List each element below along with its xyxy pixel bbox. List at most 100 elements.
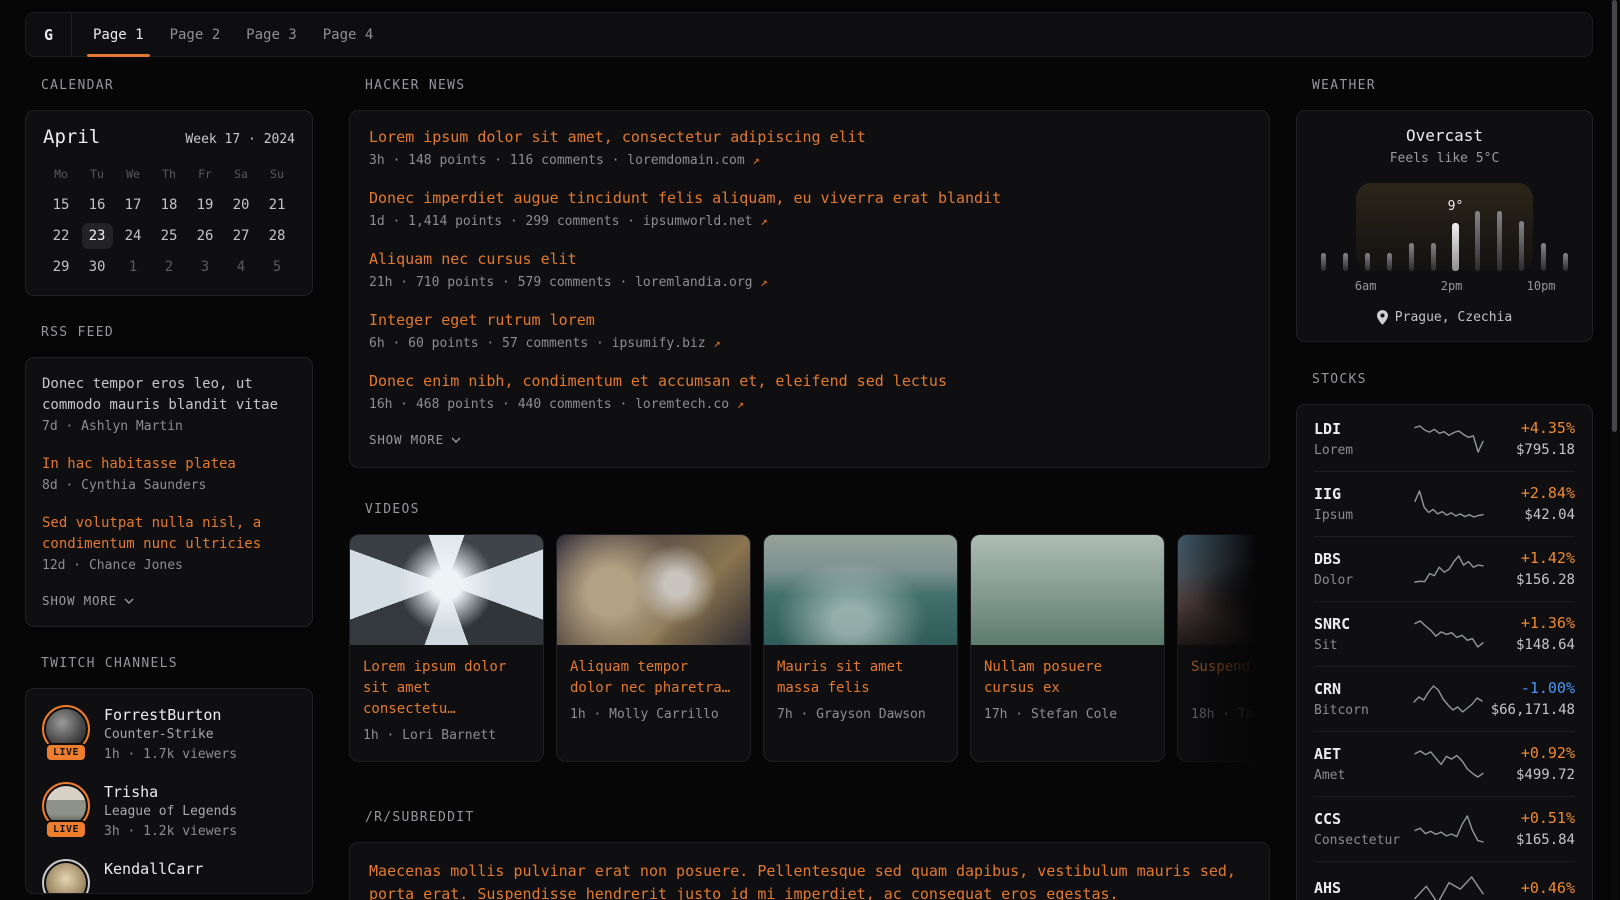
video-card[interactable]: Aliquam tempor dolor nec pharetra… 1h · … [556, 534, 751, 762]
weather-bar-slot [1356, 183, 1378, 271]
rss-item-meta: 12d · Chance Jones [42, 556, 296, 576]
chevron-down-icon [451, 437, 461, 443]
calendar-day[interactable]: 15 [43, 189, 79, 220]
video-card[interactable]: Lorem ipsum dolor sit amet consectetu… 1… [349, 534, 544, 762]
calendar-day-name: We [115, 163, 151, 189]
calendar-day-selected[interactable]: 23 [79, 220, 115, 251]
calendar-day[interactable]: 19 [187, 189, 223, 220]
video-title[interactable]: Suspendisse diam [1191, 657, 1270, 699]
stock-change: +4.35% [1516, 419, 1575, 438]
video-card[interactable]: Suspendisse diam 18h · Tara [1177, 534, 1270, 762]
calendar-day[interactable]: 21 [259, 189, 295, 220]
rss-item-title[interactable]: Donec tempor eros leo, ut commodo mauris… [42, 374, 296, 416]
twitch-channel[interactable]: LIVE ForrestBurton Counter-Strike 1h · 1… [42, 705, 296, 765]
calendar-day[interactable]: 30 [79, 251, 115, 282]
page-scrollbar[interactable] [1611, 0, 1618, 900]
calendar-day[interactable]: 28 [259, 220, 295, 251]
stock-price: $148.64 [1516, 636, 1575, 654]
calendar-day[interactable]: 16 [79, 189, 115, 220]
stock-row[interactable]: AHS +0.46% [1314, 861, 1575, 900]
stock-row[interactable]: SNRC Sit +1.36% $148.64 [1314, 601, 1575, 666]
video-card[interactable]: Mauris sit amet massa felis 7h · Grayson… [763, 534, 958, 762]
calendar-day[interactable]: 27 [223, 220, 259, 251]
video-title[interactable]: Aliquam tempor dolor nec pharetra… [570, 657, 737, 699]
twitch-channel[interactable]: LIVE Trisha League of Legends 3h · 1.2k … [42, 782, 296, 842]
calendar-day[interactable]: 1 [115, 251, 151, 282]
main-column: HACKER NEWS Lorem ipsum dolor sit amet, … [349, 78, 1270, 900]
calendar-day[interactable]: 4 [223, 251, 259, 282]
news-item-meta: 16h · 468 points · 440 comments · loremt… [369, 394, 1250, 415]
stocks-header: STOCKS [1312, 372, 1593, 387]
video-title[interactable]: Mauris sit amet massa felis [777, 657, 944, 699]
news-item: Donec imperdiet augue tincidunt felis al… [369, 188, 1250, 232]
stocks-section: STOCKS LDI Lorem +4.35% $795.18 IIG Ipsu… [1296, 372, 1593, 900]
video-thumbnail-canoe-on-misty-lake[interactable] [971, 535, 1164, 645]
weather-bar [1563, 253, 1568, 271]
tab-page-4[interactable]: Page 4 [310, 13, 387, 56]
tab-page-3[interactable]: Page 3 [233, 13, 310, 56]
weather-header: WEATHER [1312, 78, 1593, 93]
video-title[interactable]: Lorem ipsum dolor sit amet consectetu… [363, 657, 530, 720]
channel-name[interactable]: ForrestBurton [104, 705, 237, 725]
weather-bar-slot [1400, 183, 1422, 271]
stock-name: Consectetur [1314, 832, 1406, 849]
channel-name[interactable]: Trisha [104, 782, 237, 802]
stock-ticker: DBS [1314, 550, 1406, 569]
app-logo[interactable]: G [26, 13, 71, 56]
calendar-day[interactable]: 17 [115, 189, 151, 220]
rss-item-meta: 8d · Cynthia Saunders [42, 476, 296, 496]
calendar-day[interactable]: 25 [151, 220, 187, 251]
show-more-button[interactable]: SHOW MORE [369, 432, 461, 447]
weather-bar-slot [1334, 183, 1356, 271]
twitch-channel[interactable]: KendallCarr [42, 859, 296, 894]
avatar: LIVE [42, 782, 90, 830]
video-card[interactable]: Nullam posuere cursus ex 17h · Stefan Co… [970, 534, 1165, 762]
calendar-day[interactable]: 29 [43, 251, 79, 282]
video-thumbnail-hands-holding-camera[interactable] [557, 535, 750, 645]
calendar-day[interactable]: 26 [187, 220, 223, 251]
calendar-day[interactable]: 22 [43, 220, 79, 251]
news-item-title[interactable]: Donec imperdiet augue tincidunt felis al… [369, 188, 1250, 209]
tab-page-2[interactable]: Page 2 [157, 13, 234, 56]
calendar-day[interactable]: 2 [151, 251, 187, 282]
stock-row[interactable]: DBS Dolor +1.42% $156.28 [1314, 536, 1575, 601]
calendar-day[interactable]: 18 [151, 189, 187, 220]
video-thumbnail-boat-wake-sea-city[interactable] [764, 535, 957, 645]
video-thumbnail-concrete-pillars-sky[interactable] [350, 535, 543, 645]
weather-location: Prague, Czechia [1395, 310, 1512, 325]
rss-item-title[interactable]: Sed volutpat nulla nisl, a condimentum n… [42, 513, 296, 555]
news-item-title[interactable]: Aliquam nec cursus elit [369, 249, 1250, 270]
calendar-week-info: Week 17 · 2024 [185, 132, 295, 147]
news-item-title[interactable]: Integer eget rutrum lorem [369, 310, 1250, 331]
calendar-day[interactable]: 3 [187, 251, 223, 282]
rss-item: Donec tempor eros leo, ut commodo mauris… [42, 374, 296, 437]
rss-item-title[interactable]: In hac habitasse platea [42, 454, 296, 475]
stock-change: +0.51% [1516, 809, 1575, 828]
videos-section: VIDEOS Lorem ipsum dolor sit amet consec… [349, 502, 1270, 762]
news-item-title[interactable]: Lorem ipsum dolor sit amet, consectetur … [369, 127, 1250, 148]
stock-row[interactable]: CRN Bitcorn -1.00% $66,171.48 [1314, 666, 1575, 731]
stock-change: +1.36% [1516, 614, 1575, 633]
news-item-title[interactable]: Donec enim nibh, condimentum et accumsan… [369, 371, 1250, 392]
weather-bar-slot: 9° [1444, 183, 1466, 271]
calendar-day[interactable]: 20 [223, 189, 259, 220]
stock-row[interactable]: IIG Ipsum +2.84% $42.04 [1314, 471, 1575, 536]
channel-name[interactable]: KendallCarr [104, 859, 203, 879]
calendar-day[interactable]: 5 [259, 251, 295, 282]
video-meta: 1h · Lori Barnett [363, 726, 530, 746]
stock-row[interactable]: CCS Consectetur +0.51% $165.84 [1314, 796, 1575, 861]
stock-row[interactable]: AET Amet +0.92% $499.72 [1314, 731, 1575, 796]
show-more-button[interactable]: SHOW MORE [42, 593, 134, 608]
scrollbar-thumb[interactable] [1612, 0, 1617, 432]
weather-bar-slot [1378, 183, 1400, 271]
channel-game: League of Legends [104, 802, 237, 822]
calendar-day[interactable]: 24 [115, 220, 151, 251]
stock-change: +1.42% [1516, 549, 1575, 568]
video-thumbnail-silhouette-in-fog[interactable] [1178, 535, 1270, 645]
subreddit-post-title[interactable]: Maecenas mollis pulvinar erat non posuer… [369, 860, 1250, 900]
weather-bar-slot [1511, 183, 1533, 271]
video-title[interactable]: Nullam posuere cursus ex [984, 657, 1151, 699]
stock-row[interactable]: LDI Lorem +4.35% $795.18 [1314, 407, 1575, 471]
tab-page-1[interactable]: Page 1 [80, 13, 157, 56]
external-link-icon: ↗ [760, 275, 767, 289]
